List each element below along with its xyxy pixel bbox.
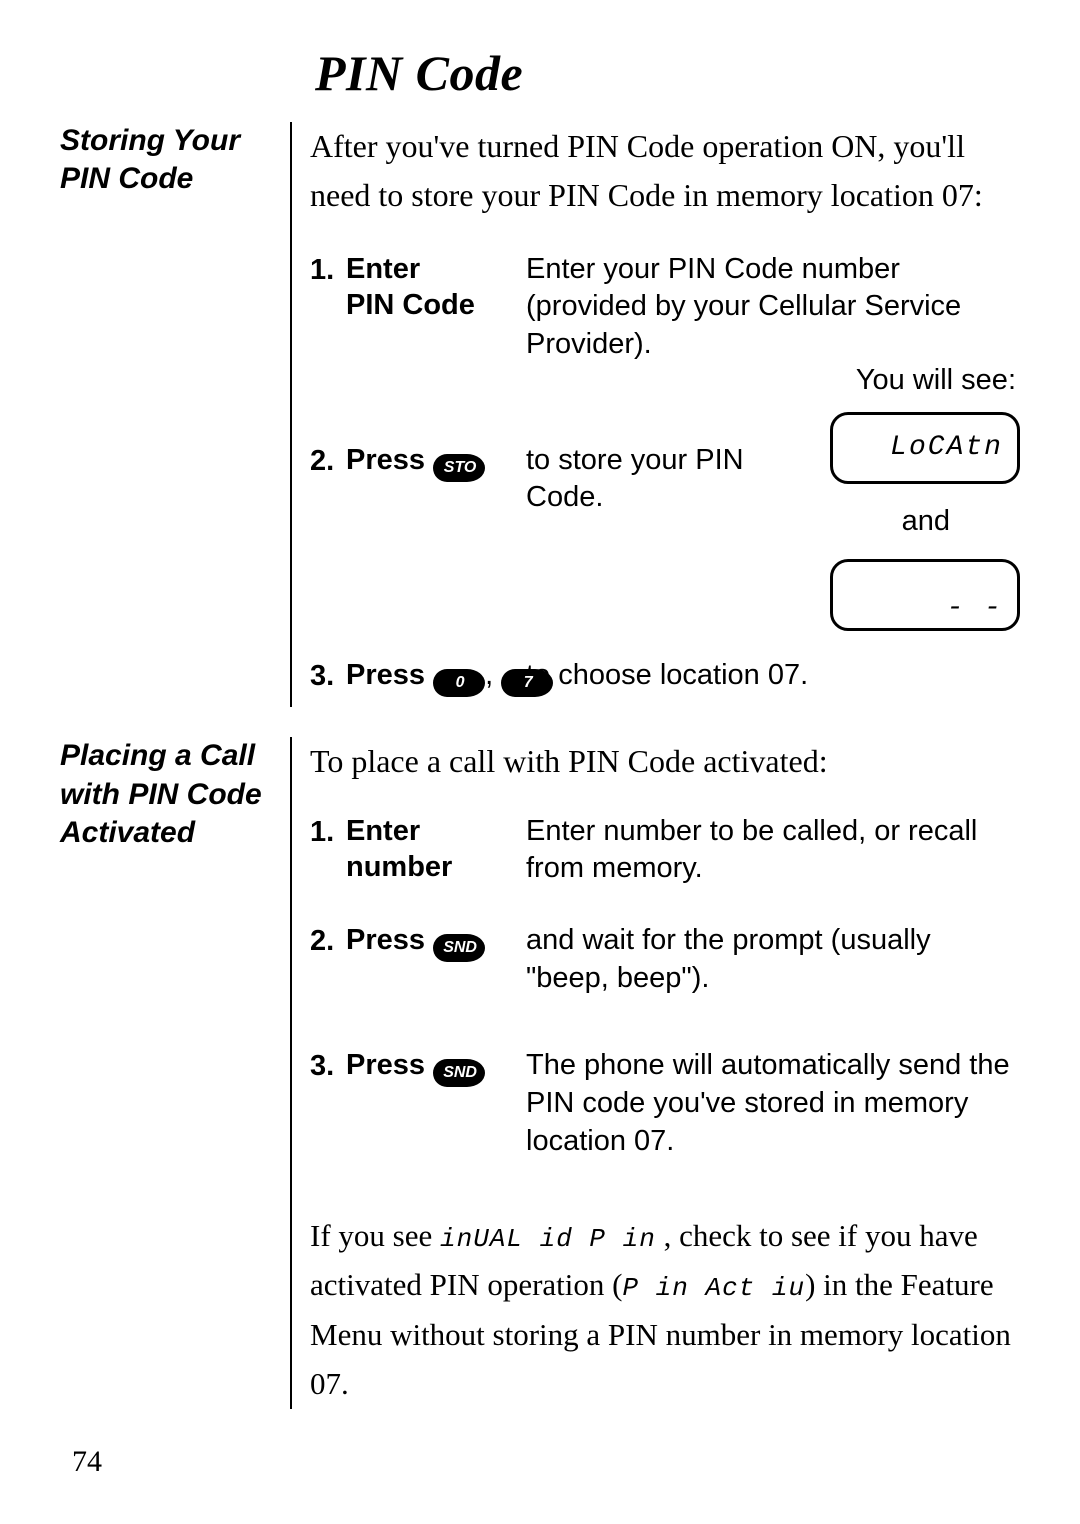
step-desc: The phone will automatically send the PI… xyxy=(526,1047,1020,1160)
sto-key-icon: STO xyxy=(433,454,485,482)
section1-intro: After you've turned PIN Code operation O… xyxy=(310,122,1020,221)
side-heading-placing: Placing a Call with PIN Code Activated xyxy=(60,737,272,852)
page-number: 74 xyxy=(72,1442,102,1483)
step-action: Press SND xyxy=(346,1047,526,1087)
step-number: 3. xyxy=(310,1047,346,1086)
step-number: 1. xyxy=(310,813,346,852)
step-row: 3. Press SND The phone will automaticall… xyxy=(310,1047,1020,1160)
invalid-pin-note: If you see inUAL id P in , check to see … xyxy=(310,1211,1020,1409)
step-action: Press STO xyxy=(346,442,526,482)
step-desc: to store your PIN Code. xyxy=(526,442,836,517)
action-bold: Enter xyxy=(346,815,420,847)
snd-key-icon: SND xyxy=(433,934,485,962)
lcd-display-2: - - xyxy=(830,559,1020,631)
youwillsee-label: You will see: xyxy=(800,361,1020,400)
section2-body: To place a call with PIN Code activated:… xyxy=(290,737,1020,1409)
step-desc: to choose location 07. xyxy=(526,657,1020,695)
comma: , xyxy=(485,659,493,691)
lcd-text-invalid: inUAL id P in xyxy=(440,1224,656,1254)
lcd-text-dashes: - - xyxy=(947,590,1003,628)
action-bold: PIN Code xyxy=(346,289,475,321)
side-heading-col: Storing Your PIN Code xyxy=(60,122,290,199)
step-number: 3. xyxy=(310,657,346,696)
lcd-text-pinactiv: P in Act iu xyxy=(622,1273,805,1303)
section2-intro: To place a call with PIN Code activated: xyxy=(310,737,1020,787)
step-row: 2. Press SND and wait for the prompt (us… xyxy=(310,922,1020,997)
section1-body: After you've turned PIN Code operation O… xyxy=(290,122,1020,708)
section-storing-pin: Storing Your PIN Code After you've turne… xyxy=(60,122,1020,708)
side-heading-col: Placing a Call with PIN Code Activated xyxy=(60,737,290,852)
action-bold: Enter xyxy=(346,253,420,285)
step-action: Enter PIN Code xyxy=(346,251,526,324)
action-bold: number xyxy=(346,851,452,883)
section-placing-call: Placing a Call with PIN Code Activated T… xyxy=(60,737,1020,1409)
step-number: 2. xyxy=(310,922,346,961)
step-row: 2. Press STO to store your PIN Code. xyxy=(310,442,1020,517)
step-number: 1. xyxy=(310,251,346,290)
action-bold: Press xyxy=(346,1049,425,1081)
side-heading-storing: Storing Your PIN Code xyxy=(60,122,272,199)
step-row: 1. Enter number Enter number to be calle… xyxy=(310,813,1020,888)
action-bold: Press xyxy=(346,444,425,476)
section1-steps: You will see: LoCAtn and - - 1. Enter PI… xyxy=(310,251,1020,697)
snd-key-icon: SND xyxy=(433,1059,485,1087)
step-desc: Enter your PIN Code number (provided by … xyxy=(526,251,1020,364)
seven-key-icon: 7 xyxy=(501,669,553,697)
step-desc: Enter number to be called, or recall fro… xyxy=(526,813,1020,888)
step-desc: and wait for the prompt (usually "beep, … xyxy=(526,922,1020,997)
action-bold: Press xyxy=(346,924,425,956)
zero-key-icon: 0 xyxy=(433,669,485,697)
step-row: 1. Enter PIN Code Enter your PIN Code nu… xyxy=(310,251,1020,364)
action-bold: Press xyxy=(346,659,425,691)
note-text: If you see xyxy=(310,1218,440,1253)
manual-page: PIN Code Storing Your PIN Code After you… xyxy=(0,0,1080,1524)
step-number: 2. xyxy=(310,442,346,481)
page-title: PIN Code xyxy=(315,40,1020,108)
step-action: Press SND xyxy=(346,922,526,962)
step-action: Enter number xyxy=(346,813,526,886)
step-row: 3. Press 0, 7 to choose location 07. xyxy=(310,657,1020,697)
